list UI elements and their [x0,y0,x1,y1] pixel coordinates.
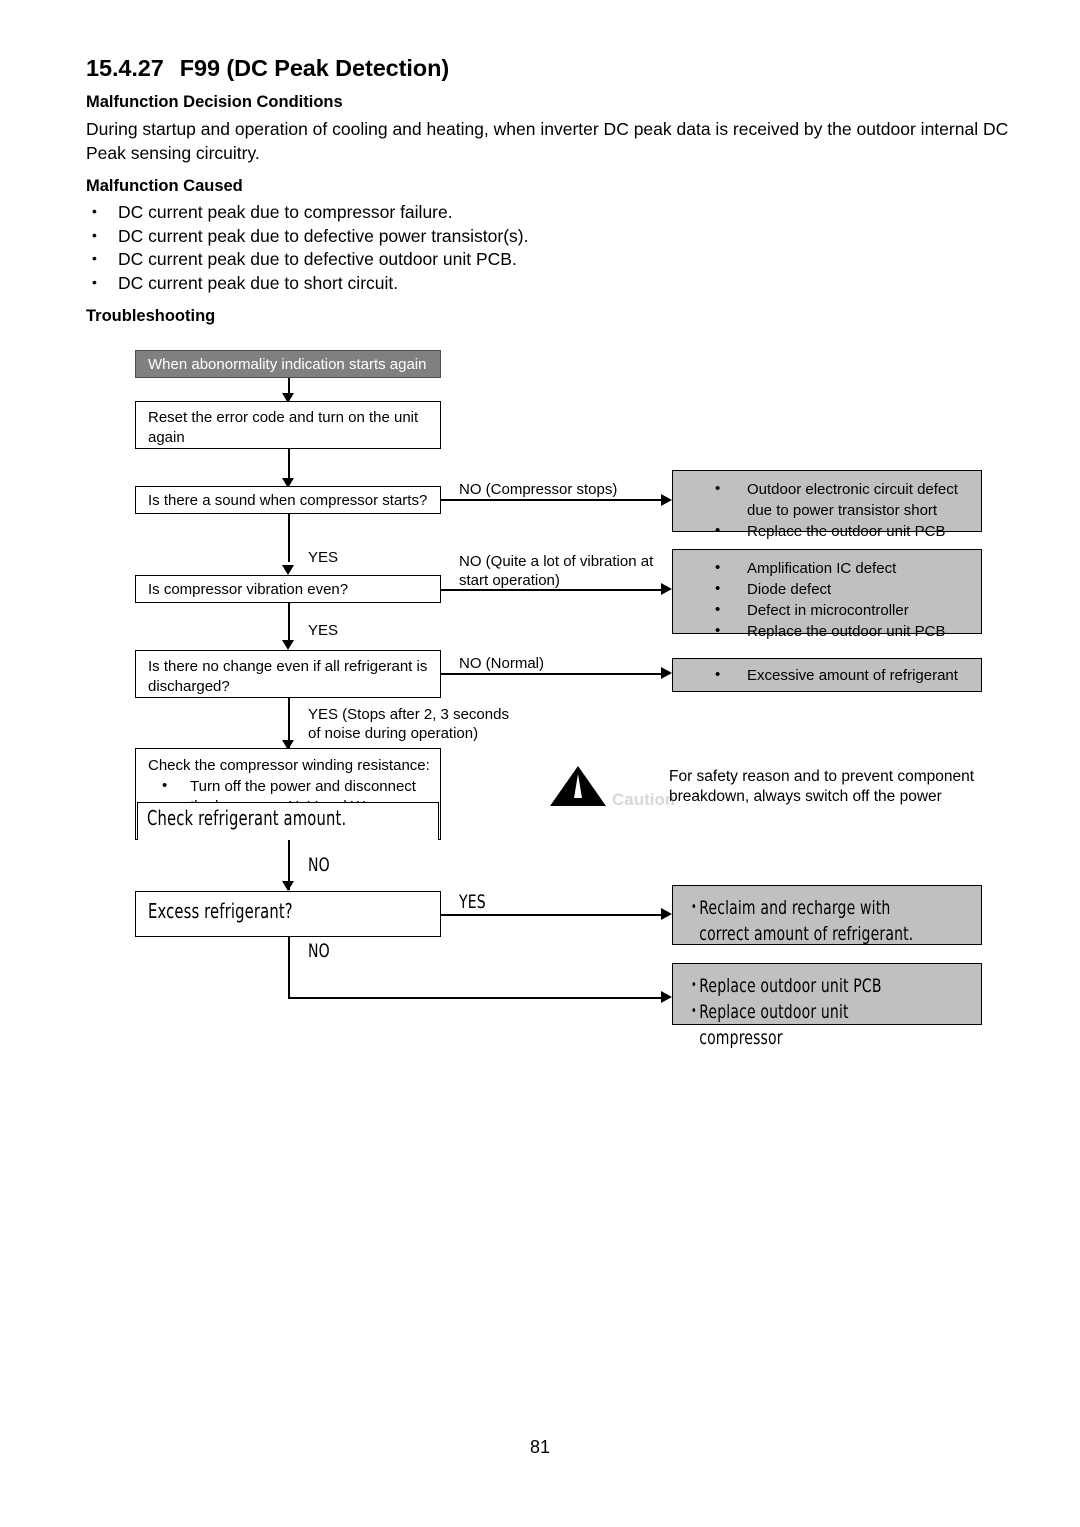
caution-label: Caution [612,790,676,809]
edge-label-no-vibration: NO (Quite a lot of vibration at start op… [459,553,654,589]
result-item: Replace the outdoor unit PCB [715,520,971,542]
result-item: Replace the outdoor unit PCB [715,620,971,642]
flow-node-excess-refrigerant: Excess refrigerant? [135,891,441,937]
result-item: Outdoor electronic circuit defect due to… [715,478,971,521]
connector-line [441,499,663,501]
edge-label-no-overlay-1: NO [308,854,330,876]
arrow-right-icon [661,583,672,595]
arrow-down-icon [281,640,294,650]
connector-line [441,673,663,675]
edge-label-no-normal: NO (Normal) [459,655,544,672]
result-item: Replace outdoor unit PCB [691,973,921,999]
flow-node-refrigerant-discharged: Is there no change even if all refrigera… [135,650,441,698]
edge-label-yes-2: YES [308,622,339,639]
caution-note: For safety reason and to prevent compone… [669,768,975,805]
flow-node-sound-check: Is there a sound when compressor starts? [135,486,441,514]
arrow-down-icon [281,881,294,891]
arrow-right-icon [661,908,672,920]
winding-title: Check the compressor winding resistance: [148,757,430,774]
arrow-right-icon [661,493,672,506]
result-item: Diode defect [715,578,971,600]
edge-label-no-overlay-2: NO [308,940,330,962]
troubleshooting-flowchart: When abonormality indication starts agai… [0,0,1080,1527]
arrow-down-icon [281,565,294,575]
edge-label-no-compressor-stops: NO (Compressor stops) [459,481,618,498]
result-box-2: Amplification IC defect Diode defect Def… [672,549,982,641]
result-box-3: Excessive amount of refrigerant [672,658,982,692]
result-box-1: Outdoor electronic circuit defect due to… [672,470,982,541]
edge-label-yes-stops: YES (Stops after 2, 3 seconds of noise d… [308,706,509,742]
result-item: Excessive amount of refrigerant [715,664,971,686]
flow-node-reset: Reset the error code and turn on the uni… [135,401,441,449]
connector-line [288,997,663,999]
result-box-4: Reclaim and recharge with correct amount… [672,885,982,945]
document-page: 15.4.27 F99 (DC Peak Detection) Malfuncti… [0,0,1080,1527]
connector-line [441,914,663,916]
result-item: Amplification IC defect [715,557,971,579]
edge-label-yes-overlay: YES [459,891,486,913]
result-box-5: Replace outdoor unit PCB Replace outdoor… [672,963,982,1049]
excess-refrigerant-label: Excess refrigerant? [148,899,293,923]
arrow-right-icon [661,991,672,1003]
flow-node-vibration-check: Is compressor vibration even? [135,575,441,603]
result-item: Defect in microcontroller [715,599,971,621]
overlay-text-check-refrigerant-amount: Check refrigerant amount. [147,806,347,830]
result-item: Reclaim and recharge with correct amount… [691,895,921,947]
result-item: Replace outdoor unit compressor [691,999,921,1051]
page-number: 81 [529,1437,551,1457]
connector-line [288,937,290,999]
flow-node-start: When abonormality indication starts agai… [135,350,441,378]
edge-label-yes-1: YES [308,549,339,566]
caution-triangle-icon [548,765,608,812]
bullet-icon: • [162,777,168,794]
connector-line [288,603,290,645]
arrow-right-icon [661,667,672,679]
connector-line [288,514,290,562]
